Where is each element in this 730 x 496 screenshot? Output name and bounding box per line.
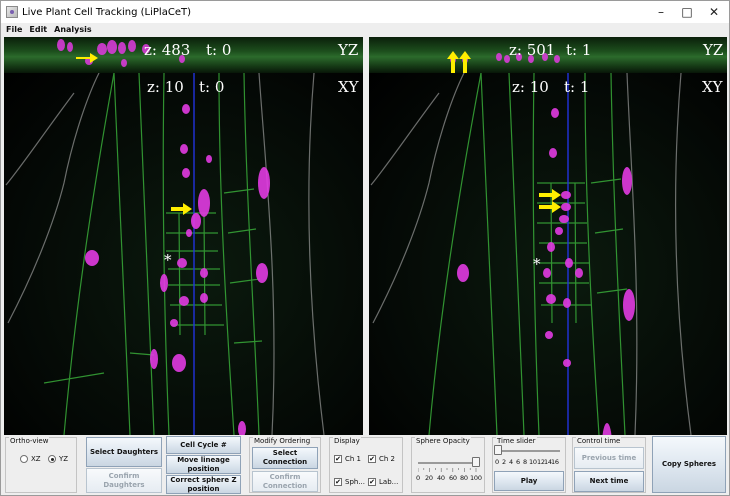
title-bar: Live Plant Cell Tracking (LiPlaCeT) – □ … — [1, 1, 729, 23]
ortho-view-title: Ortho-view — [9, 437, 50, 445]
display-group: Display ✔ Ch 1 ✔ Ch 2 ✔ Sph... ✔ Lab... — [329, 437, 403, 493]
right-image-view[interactable]: z: 501 t: 1 YZ * z: 10 t: 1 XY — [369, 37, 727, 435]
xy-image[interactable]: * z: 10 t: 1 XY — [369, 73, 727, 435]
yz-z-readout: z: 501 — [509, 41, 556, 59]
app-window: Live Plant Cell Tracking (LiPlaCeT) – □ … — [0, 0, 730, 496]
yz-z-readout: z: 483 — [144, 41, 191, 59]
menu-edit[interactable]: Edit — [29, 25, 47, 34]
display-title: Display — [333, 437, 361, 445]
ortho-view-group: Ortho-view XZ YZ — [5, 437, 77, 493]
ch1-checkbox[interactable]: ✔ — [334, 455, 342, 463]
time-tick-6: 6 — [516, 458, 520, 466]
maximize-icon[interactable]: □ — [673, 2, 701, 22]
xy-z-readout: z: 10 — [147, 78, 184, 96]
yz-t-readout: t: 0 — [206, 41, 232, 59]
spheres-checkbox[interactable]: ✔ — [334, 478, 342, 486]
time-tick-4: 4 — [509, 458, 513, 466]
previous-time-button[interactable]: Previous time — [574, 447, 644, 469]
cell-cycle-button[interactable]: Cell Cycle # — [166, 436, 241, 454]
modify-ordering-title: Modify Ordering — [253, 437, 312, 445]
yz-ortho-strip: z: 501 t: 1 YZ — [369, 37, 727, 73]
opacity-tick-40: 40 — [437, 474, 445, 482]
time-tick-0: 0 — [495, 458, 499, 466]
time-slider-thumb[interactable] — [494, 445, 502, 455]
opacity-tick-80: 80 — [460, 474, 468, 482]
opacity-slider-thumb[interactable] — [472, 457, 480, 467]
time-slider-group: Time slider 0 2 4 6 8 10 12 14 16 Play — [492, 437, 566, 493]
play-button[interactable]: Play — [494, 471, 564, 491]
time-tick-10: 10 — [529, 458, 537, 466]
ch1-label: Ch 1 — [345, 455, 362, 463]
ch2-checkbox[interactable]: ✔ — [368, 455, 376, 463]
time-tick-2: 2 — [502, 458, 506, 466]
xy-t-readout: t: 0 — [199, 78, 225, 96]
close-icon[interactable]: ✕ — [700, 2, 728, 22]
time-slider-track[interactable] — [496, 450, 560, 452]
xy-z-readout: z: 10 — [512, 78, 549, 96]
menu-analysis[interactable]: Analysis — [54, 25, 92, 34]
minimize-icon[interactable]: – — [647, 2, 675, 22]
control-time-group: Control time Previous time Next time — [572, 437, 646, 493]
select-daughters-button[interactable]: Select Daughters — [86, 437, 162, 467]
copy-spheres-button[interactable]: Copy Spheres — [652, 436, 726, 493]
control-time-title: Control time — [576, 437, 622, 445]
left-image-view[interactable]: z: 483 t: 0 YZ * z: 10 t: 0 XY — [4, 37, 363, 435]
yz-ortho-strip: z: 483 t: 0 YZ — [4, 37, 363, 73]
spheres-label: Sph... — [345, 478, 365, 486]
app-icon — [6, 6, 18, 18]
asterisk-marker: * — [533, 255, 541, 273]
confirm-connection-button[interactable]: Confirm Connection — [252, 471, 318, 492]
sphere-opacity-group: Sphere Opacity 0 20 40 60 80 100 — [411, 437, 485, 493]
move-lineage-button[interactable]: Move lineage position — [166, 455, 241, 474]
opacity-slider-ticks — [418, 468, 477, 472]
yz-radio[interactable] — [48, 455, 56, 463]
asterisk-marker: * — [164, 251, 172, 269]
time-slider-title: Time slider — [496, 437, 537, 445]
yz-label: YZ — [338, 41, 359, 59]
time-tick-8: 8 — [523, 458, 527, 466]
select-connection-button[interactable]: Select Connection — [252, 447, 318, 469]
yz-t-readout: t: 1 — [566, 41, 592, 59]
ch2-label: Ch 2 — [379, 455, 396, 463]
xy-arrow-icon — [171, 203, 192, 215]
window-title: Live Plant Cell Tracking (LiPlaCeT) — [22, 6, 191, 18]
next-time-button[interactable]: Next time — [574, 471, 644, 492]
control-panel: Ortho-view XZ YZ Select Daughters Confir… — [1, 435, 729, 495]
xz-radio[interactable] — [20, 455, 28, 463]
confirm-daughters-button[interactable]: Confirm Daughters — [86, 468, 162, 493]
xy-label: XY — [702, 78, 723, 96]
modify-ordering-group: Modify Ordering Select Connection Confir… — [249, 437, 321, 493]
time-tick-16: 16 — [551, 458, 559, 466]
correct-sphere-button[interactable]: Correct sphere Z position — [166, 475, 241, 494]
sphere-opacity-title: Sphere Opacity — [415, 437, 471, 445]
xy-double-arrow-icon — [539, 189, 561, 213]
opacity-slider-track[interactable] — [418, 462, 476, 464]
yz-label: YZ — [703, 41, 724, 59]
yz-radio-label: YZ — [59, 455, 69, 463]
opacity-tick-20: 20 — [425, 474, 433, 482]
opacity-tick-100: 100 — [470, 474, 482, 482]
opacity-tick-0: 0 — [416, 474, 420, 482]
xy-label: XY — [338, 78, 359, 96]
menu-bar: File Edit Analysis — [1, 23, 729, 36]
menu-file[interactable]: File — [6, 25, 22, 34]
xy-t-readout: t: 1 — [564, 78, 590, 96]
labels-checkbox[interactable]: ✔ — [368, 478, 376, 486]
labels-label: Lab... — [379, 478, 399, 486]
xz-radio-label: XZ — [31, 455, 41, 463]
opacity-tick-60: 60 — [449, 474, 457, 482]
xy-image[interactable]: * z: 10 t: 0 XY — [4, 73, 363, 435]
